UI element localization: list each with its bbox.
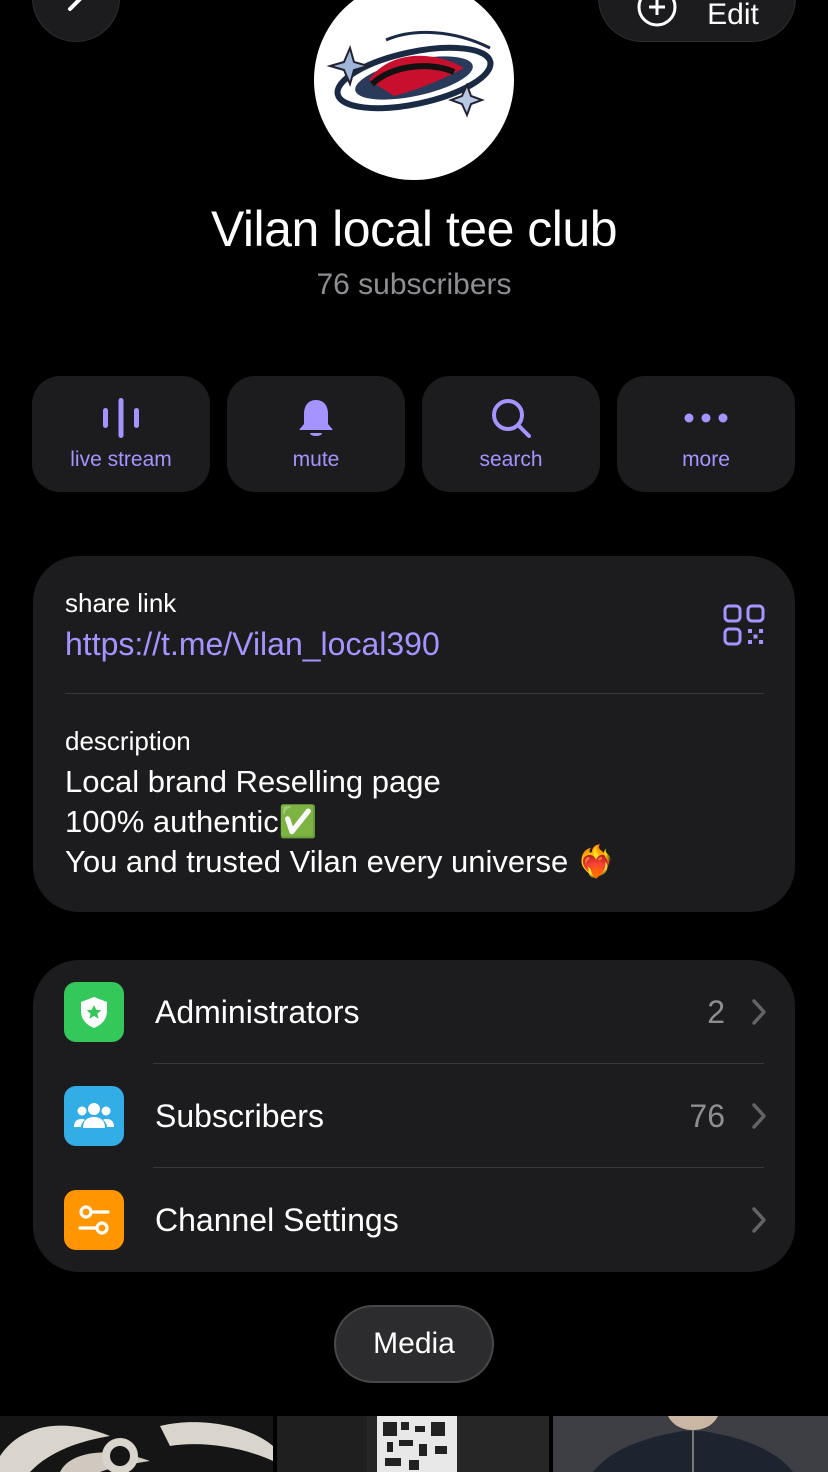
live-stream-button[interactable]: live stream <box>32 376 210 492</box>
channel-settings-badge <box>64 1190 124 1250</box>
add-story-icon <box>637 0 677 27</box>
administrators-count: 2 <box>707 993 725 1030</box>
search-button[interactable]: search <box>422 376 600 492</box>
chevron-right-icon <box>752 1103 766 1129</box>
channel-logo-image <box>326 31 494 118</box>
qr-code-icon <box>723 604 765 646</box>
channel-menu: Administrators 2 Subscribers 76 Channel … <box>33 960 795 1272</box>
description-line: You and trusted Vilan every universe ❤️‍… <box>65 844 616 879</box>
live-stream-label: live stream <box>70 448 172 471</box>
chevron-left-icon <box>68 0 82 11</box>
media-thumbnail-image <box>0 1416 273 1472</box>
shield-star-icon <box>81 997 107 1028</box>
mute-label: mute <box>292 448 340 471</box>
sliders-icon <box>78 1205 110 1235</box>
edit-label: Edit <box>707 0 759 31</box>
menu-item-channel-settings[interactable]: Channel Settings <box>33 1168 795 1272</box>
administrators-badge <box>64 982 124 1042</box>
menu-item-subscribers[interactable]: Subscribers 76 <box>33 1064 795 1168</box>
media-thumbnail[interactable] <box>0 1416 273 1472</box>
menu-item-administrators[interactable]: Administrators 2 <box>33 960 795 1064</box>
people-icon <box>74 1103 114 1128</box>
description-label: description <box>65 726 191 756</box>
subscribers-count: 76 <box>689 1097 725 1134</box>
bell-icon <box>299 400 333 436</box>
description-line: Local brand Reselling page <box>65 764 441 799</box>
subscribers-badge <box>64 1086 124 1146</box>
more-button[interactable]: more <box>617 376 795 492</box>
media-thumbnail-image <box>277 1416 549 1472</box>
search-label: search <box>479 448 543 471</box>
edit-button[interactable]: Edit <box>598 0 796 42</box>
media-thumbnail[interactable] <box>553 1416 828 1472</box>
chevron-right-icon <box>752 999 766 1025</box>
media-thumbnail[interactable] <box>277 1416 549 1472</box>
administrators-label: Administrators <box>155 993 360 1030</box>
description-text: Local brand Reselling page 100% authenti… <box>65 762 615 882</box>
channel-avatar[interactable] <box>314 0 514 180</box>
description-line: 100% authentic✅ <box>65 804 318 839</box>
more-dots-icon <box>684 413 728 423</box>
live-stream-icon <box>103 398 139 438</box>
subscribers-label: Subscribers <box>155 1097 324 1134</box>
channel-settings-label: Channel Settings <box>155 1201 399 1238</box>
subscriber-count: 76 subscribers <box>316 268 512 301</box>
share-link-label: share link <box>65 588 177 618</box>
more-label: more <box>682 448 730 471</box>
channel-title: Vilan local tee club <box>210 201 618 257</box>
share-link-url[interactable]: https://t.me/Vilan_local390 <box>65 626 440 663</box>
chevron-right-icon <box>752 1207 766 1233</box>
info-divider <box>65 693 764 694</box>
info-card: share link https://t.me/Vilan_local390 d… <box>33 556 795 912</box>
mute-button[interactable]: mute <box>227 376 405 492</box>
back-button[interactable] <box>32 0 120 42</box>
qr-code-button[interactable] <box>723 604 765 651</box>
media-thumbnail-image <box>553 1416 828 1472</box>
search-icon <box>492 399 531 438</box>
media-tab[interactable]: Media <box>334 1305 494 1383</box>
